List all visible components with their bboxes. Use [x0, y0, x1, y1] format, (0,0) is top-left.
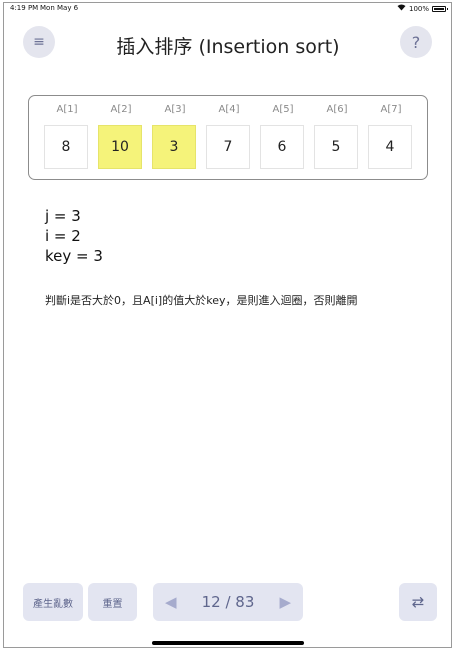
array-index-label: A[4] [218, 104, 240, 115]
step-description: 判斷i是否大於0，且A[i]的值大於key，是則進入迴圈，否則離開 [45, 294, 358, 307]
var-i: i = 2 [45, 227, 81, 245]
array-index-label: A[1] [56, 104, 78, 115]
array-index-label: A[3] [164, 104, 186, 115]
array-value: 3 [152, 125, 196, 169]
swap-button[interactable]: ⇄ [399, 583, 437, 621]
array-value: 8 [44, 125, 88, 169]
battery-icon [432, 5, 448, 12]
status-bar: 4:19 PM Mon May 6 100% [10, 4, 448, 16]
array-value: 7 [206, 125, 250, 169]
prev-step-icon[interactable]: ◀ [165, 593, 177, 611]
reset-button[interactable]: 重置 [88, 583, 137, 621]
array-index-label: A[5] [272, 104, 294, 115]
status-right: 100% [397, 4, 448, 13]
array-index-label: A[6] [326, 104, 348, 115]
help-icon: ? [411, 32, 421, 52]
array-value: 6 [260, 125, 304, 169]
next-step-icon[interactable]: ▶ [279, 593, 291, 611]
array-index-label: A[7] [380, 104, 402, 115]
var-j: j = 3 [45, 207, 81, 225]
status-date: Mon May 6 [40, 4, 79, 12]
array-value: 5 [314, 125, 358, 169]
step-navigator: ◀ 12 / 83 ▶ [153, 583, 303, 621]
generate-random-button[interactable]: 產生亂數 [23, 583, 83, 621]
array-value: 4 [368, 125, 412, 169]
step-indicator: 12 / 83 [201, 593, 255, 611]
var-key: key = 3 [45, 247, 103, 265]
state-variables: j = 3 i = 2 key = 3 [45, 206, 103, 266]
page-title: 插入排序 (Insertion sort) [116, 36, 340, 58]
home-indicator [152, 641, 304, 645]
array-display: A[1] 8 A[2] 10 A[3] 3 A[4] 7 A[5] 6 A[6] 5 A[7] 4 [28, 95, 428, 180]
wifi-icon [397, 4, 406, 13]
swap-icon: ⇄ [411, 593, 425, 611]
battery-percent: 100% [408, 4, 429, 13]
array-index-label: A[2] [110, 104, 132, 115]
array-value: 10 [98, 125, 142, 169]
help-button[interactable]: ? [400, 26, 432, 58]
status-time: 4:19 PM [10, 4, 39, 12]
